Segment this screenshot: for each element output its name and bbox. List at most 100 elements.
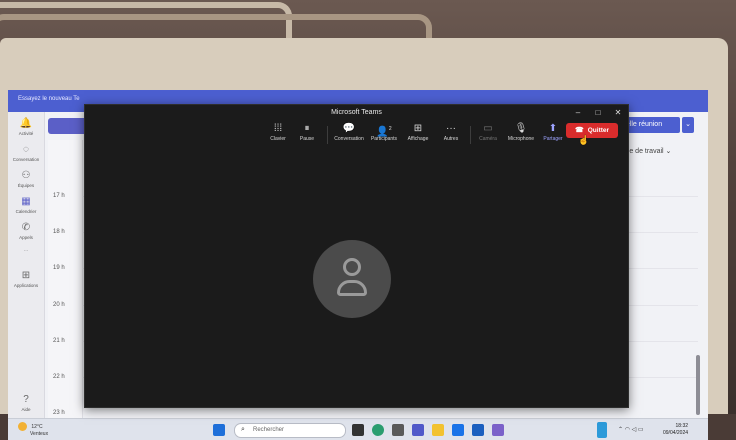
rail-item-apps[interactable]: ⊞ Applications — [8, 270, 44, 288]
taskbar-search[interactable]: ⌕ Rechercher — [234, 423, 346, 438]
tool-label: Conversation — [334, 136, 364, 142]
microphone-button[interactable]: 🎙 Microphone — [505, 122, 537, 142]
rail-item-teams[interactable]: ⚇ Équipes — [8, 170, 44, 188]
tool-label: Microphone — [507, 136, 535, 142]
rail-item-label: Activité — [18, 131, 34, 136]
chevron-up-icon: ⌃ — [618, 427, 625, 433]
rail-item-chat[interactable]: ◌ Conversation — [8, 144, 44, 162]
rail-item-label: Conversation — [12, 157, 40, 162]
meeting-toolbar: ⁞⁞⁞ Clavier ⏸ Pause 💬 Conversation 👤2 Pa… — [85, 121, 628, 149]
clock-time: 18:32 — [675, 423, 689, 429]
leave-button[interactable]: ☎ Quitter — [566, 123, 618, 138]
weather-icon — [18, 422, 27, 431]
more-icon: ··· — [23, 248, 29, 253]
rail-item-calendar[interactable]: ▦ Calendrier — [8, 196, 44, 214]
more-button[interactable]: ··· Autres — [435, 122, 467, 142]
toolbar-divider — [470, 126, 471, 144]
pause-button[interactable]: ⏸ Pause — [291, 122, 323, 142]
avatar-head — [343, 258, 361, 276]
help-icon: ? — [23, 394, 29, 405]
chat-button[interactable]: 💬 Conversation — [333, 122, 365, 142]
app-rail: 🔔 Activité ◌ Conversation ⚇ Équipes ▦ Ca… — [8, 112, 45, 440]
chat-icon: ◌ — [23, 144, 29, 155]
keypad-button[interactable]: ⁞⁞⁞ Clavier — [262, 122, 294, 142]
trial-banner-text[interactable]: Essayez le nouveau Te — [18, 96, 80, 102]
hour-label: 18 h — [53, 229, 65, 235]
participant-avatar — [313, 240, 391, 318]
start-icon[interactable] — [213, 424, 225, 436]
keypad-icon: ⁞⁞⁞ — [273, 123, 283, 134]
calendar-header-icon — [48, 118, 88, 134]
hour-label: 19 h — [53, 265, 65, 271]
windows-taskbar: 12°C Venteux ⌕ Rechercher ⌃ ◠ ◁ ▭ 18:32 … — [8, 418, 708, 440]
rail-item-activity[interactable]: 🔔 Activité — [8, 118, 44, 136]
tool-label: Pause — [299, 136, 315, 142]
weather-temp: 12°C — [31, 423, 43, 430]
meeting-window: Microsoft Teams – □ ✕ ⁞⁞⁞ Clavier ⏸ Paus… — [84, 104, 629, 408]
hour-label: 23 h — [53, 410, 65, 416]
clock-date: 09/04/2024 — [663, 430, 689, 436]
weather-desc: Venteux — [30, 431, 49, 437]
hour-label: 21 h — [53, 338, 65, 344]
rail-item-help[interactable]: ? Aide — [8, 394, 44, 412]
rail-item-calls[interactable]: ✆ Appels — [8, 222, 44, 240]
wifi-icon: ◠ — [624, 427, 632, 433]
microphone-tray-icon[interactable] — [597, 422, 607, 438]
camera-icon: ▭ — [483, 123, 493, 134]
system-tray[interactable]: ⌃ ◠ ◁ ▭ — [618, 426, 644, 433]
maximize-icon[interactable]: □ — [592, 107, 604, 119]
outlook-icon[interactable] — [452, 424, 464, 436]
tool-label: Clavier — [270, 136, 286, 142]
tool-label: Participants — [370, 136, 398, 142]
people-icon: 👤2 — [376, 126, 392, 138]
teams-icon: ⚇ — [21, 170, 31, 181]
teams-meeting-icon[interactable] — [492, 424, 504, 436]
battery-icon: ▭ — [637, 427, 644, 433]
file-explorer-icon[interactable] — [432, 424, 444, 436]
chevron-down-icon: ⌄ — [665, 148, 672, 155]
edge-icon[interactable] — [372, 424, 384, 436]
microphone-icon: 🎙 — [514, 123, 528, 134]
share-button[interactable]: ⬆ Partager — [537, 122, 569, 142]
rail-item-label: Appels — [19, 235, 33, 240]
window-title: Microsoft Teams — [331, 109, 382, 116]
share-icon: ⬆ — [548, 123, 558, 134]
apps-icon: ⊞ — [21, 270, 31, 281]
rail-item-more[interactable]: ··· — [8, 248, 44, 253]
rail-item-label: Aide — [21, 407, 31, 412]
view-button[interactable]: ⊞ Affichage — [402, 122, 434, 142]
leave-label: Quitter — [587, 127, 610, 134]
task-view-icon[interactable] — [352, 424, 364, 436]
tool-label: Caméra — [479, 136, 497, 142]
phone-icon: ✆ — [21, 222, 31, 233]
tool-label: Affichage — [407, 136, 429, 142]
participant-count: 2 — [388, 126, 392, 132]
avatar-body — [337, 280, 367, 296]
chevron-down-icon[interactable]: ⌄ — [682, 117, 694, 133]
tool-label: Autres — [443, 136, 459, 142]
more-icon: ··· — [446, 123, 456, 134]
toolbar-divider — [327, 126, 328, 144]
participants-button[interactable]: 👤2 Participants — [368, 122, 400, 142]
hour-label: 20 h — [53, 302, 65, 308]
hour-label: 22 h — [53, 374, 65, 380]
close-icon[interactable]: ✕ — [612, 107, 624, 119]
weather-widget[interactable]: 12°C Venteux — [18, 422, 48, 437]
taskbar-clock[interactable]: 18:32 09/04/2024 — [663, 423, 688, 437]
rail-item-label: Calendrier — [15, 209, 37, 214]
rail-item-label: Équipes — [17, 183, 35, 188]
hour-column — [48, 140, 83, 440]
store-icon[interactable] — [392, 424, 404, 436]
scrollbar[interactable] — [696, 355, 700, 415]
bell-icon: 🔔 — [19, 118, 33, 129]
tool-label: Partager — [543, 136, 563, 142]
hour-label: 17 h — [53, 193, 65, 199]
teams-app-icon[interactable] — [412, 424, 424, 436]
grid-icon: ⊞ — [413, 123, 423, 134]
minimize-icon[interactable]: – — [572, 107, 584, 119]
monitor-bezel: Essayez le nouveau Te 🔔 Activité ◌ Conve… — [0, 38, 728, 440]
search-icon: ⌕ — [241, 426, 245, 433]
camera-button[interactable]: ▭ Caméra — [472, 122, 504, 142]
mail-icon[interactable] — [472, 424, 484, 436]
monitor-screen: Essayez le nouveau Te 🔔 Activité ◌ Conve… — [8, 90, 708, 440]
